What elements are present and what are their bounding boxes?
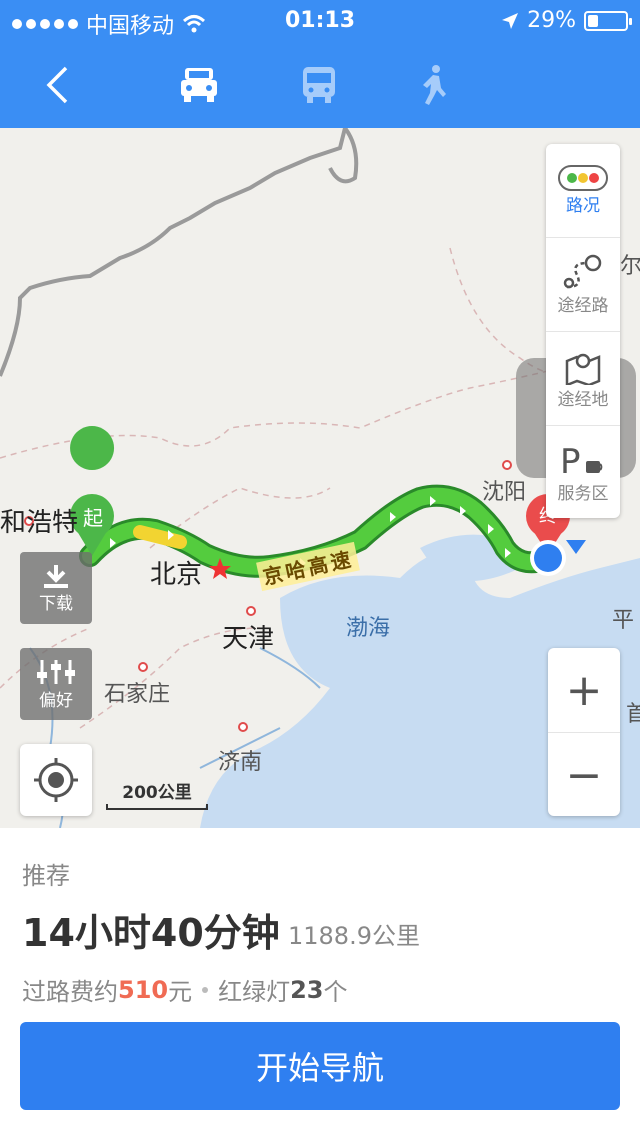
route-info: 过路费约 510 元 红绿灯 23 个 [22,972,348,1007]
separator-dot [202,986,209,993]
city-dot [502,460,512,470]
bus-icon [303,67,335,103]
route-duration: 14小时40分钟 [22,911,280,955]
status-bar: 中国移动 01:13 29% [0,0,640,40]
side-label: 途经路 [557,296,609,316]
city-label-shijiazhuang: 石家庄 [104,682,171,707]
preference-button[interactable]: 偏好 [20,648,92,720]
scale-bar [106,804,208,810]
city-label-partial: 平 [612,608,635,633]
map-background [0,128,640,828]
service-area-icon: P [560,442,603,479]
via-road-button[interactable]: 途经路 [546,238,620,332]
walk-icon [423,65,446,105]
toll-value: 510 [118,975,169,1004]
zoom-control: + − [548,648,620,816]
tab-bus[interactable] [292,58,346,112]
route-distance: 1188.9公里 [288,922,420,950]
city-label-partial: 尔 [620,254,640,279]
location-arrow-icon [502,12,519,29]
map-view[interactable]: 和浩特 北京 天津 石家庄 济南 沈阳 平 尔 首 渤海 京哈高速 起 终 路况… [0,128,640,828]
via-place-icon [565,353,601,385]
city-label-jinan: 济南 [218,750,263,775]
toll-prefix: 过路费约 [22,978,118,1006]
back-button[interactable] [30,58,84,112]
battery-percent: 29% [527,8,576,33]
side-tool-panel: 路况 途经路 途经地 P 服务区 [546,144,620,518]
map-scale: 200公里 [106,778,208,810]
city-label-partial: 首 [626,702,640,727]
side-label: 路况 [566,196,600,216]
transport-header [0,40,640,128]
sliders-icon [37,659,75,684]
svg-text:P: P [560,442,581,479]
scale-label: 200公里 [122,783,192,803]
side-label: 服务区 [557,484,609,504]
city-dot [246,606,256,616]
toll-suffix: 元 [168,978,193,1006]
sea-label: 渤海 [346,616,391,641]
city-dot [138,662,148,672]
locate-icon [34,758,78,802]
city-label: 和浩特 [0,508,79,538]
start-navigation-button[interactable]: 开始导航 [20,1022,620,1110]
via-place-button[interactable]: 途经地 [546,332,620,426]
zoom-out-button[interactable]: − [548,733,620,817]
download-button[interactable]: 下载 [20,552,92,624]
lights-value: 23 [290,975,324,1004]
city-dot [238,722,248,732]
lights-prefix: 红绿灯 [218,978,291,1006]
start-marker: 起 [83,506,103,530]
route-summary-card: 推荐 14小时40分钟 1188.9公里 过路费约 510 元 红绿灯 23 个… [0,828,640,1136]
city-label-shenyang: 沈阳 [482,480,527,505]
traffic-light-icon [558,165,608,191]
battery-icon [584,10,632,31]
tab-car[interactable] [172,58,226,112]
back-arrow-icon [46,66,68,104]
city-label-tianjin: 天津 [222,624,275,654]
city-label-beijing: 北京 [150,560,203,590]
lights-suffix: 个 [323,978,348,1006]
zoom-in-button[interactable]: + [548,648,620,733]
locate-button[interactable] [20,744,92,816]
tab-walk[interactable] [408,58,462,112]
preference-label: 偏好 [39,690,73,711]
download-label: 下载 [39,593,73,614]
car-icon [181,68,217,102]
traffic-toggle[interactable]: 路况 [546,144,620,238]
service-area-button[interactable]: P 服务区 [546,426,620,519]
recommend-tag: 推荐 [22,862,70,890]
via-road-icon [563,254,602,289]
side-label: 途经地 [557,390,609,410]
download-icon [44,564,68,588]
battery-area: 29% [501,8,632,33]
